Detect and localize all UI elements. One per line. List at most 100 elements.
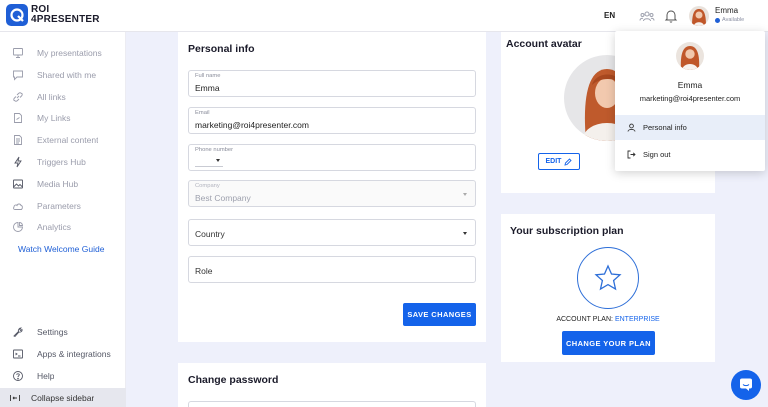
sign-out-icon <box>627 150 636 159</box>
subscription-title: Your subscription plan <box>510 225 624 237</box>
sidebar-item-shared-with-me[interactable]: Shared with me <box>0 66 126 84</box>
sidebar-item-all-links[interactable]: All links <box>0 88 126 106</box>
logo[interactable]: ROI 4PRESENTER <box>6 4 100 26</box>
sidebar-item-analytics[interactable]: Analytics <box>0 218 126 236</box>
bell-icon[interactable] <box>663 8 679 24</box>
collapse-label: Collapse sidebar <box>31 392 95 403</box>
avatar <box>676 42 704 70</box>
menu-item-personal-info[interactable]: Personal info <box>615 115 765 140</box>
collapse-sidebar-button[interactable]: Collapse sidebar <box>0 388 126 407</box>
sidebar-item-label: Analytics <box>37 222 72 232</box>
user-status: Available <box>715 17 744 23</box>
user-menu: Emma marketing@roi4presenter.com Persona… <box>615 31 765 171</box>
status-label: Available <box>722 17 745 23</box>
chat-bubble-icon <box>740 378 752 391</box>
user-name[interactable]: Emma <box>715 6 738 15</box>
personal-info-card: Personal info Full name Emma Email marke… <box>178 32 486 342</box>
lightning-icon <box>14 156 22 168</box>
phone-number-field[interactable]: Phone number <box>188 144 476 171</box>
sidebar-item-help[interactable]: Help <box>0 367 126 385</box>
sidebar-item-label: Help <box>37 371 55 381</box>
presentation-icon <box>13 48 23 58</box>
edit-label: EDIT <box>545 158 562 165</box>
sidebar-item-label: All links <box>37 92 66 102</box>
sidebar-item-external-content[interactable]: External content <box>0 131 126 149</box>
sidebar-item-label: Triggers Hub <box>37 157 86 167</box>
team-icon[interactable] <box>639 8 655 24</box>
language-selector[interactable]: EN <box>604 11 615 20</box>
sidebar-item-label: My Links <box>37 113 71 123</box>
country-code-dropdown[interactable] <box>195 156 223 167</box>
status-dot <box>715 17 720 23</box>
sidebar-item-label: Shared with me <box>37 70 97 80</box>
company-label: Company <box>195 183 220 189</box>
menu-item-label: Personal info <box>643 123 687 132</box>
subscription-card: Your subscription plan ACCOUNT PLAN: ENT… <box>501 214 715 362</box>
sidebar-item-my-links[interactable]: My Links <box>0 109 126 127</box>
terminal-icon <box>13 349 23 359</box>
link-icon <box>13 92 23 102</box>
phone-number-label: Phone number <box>195 147 234 153</box>
chat-icon <box>13 70 23 81</box>
chevron-down-icon <box>463 232 467 235</box>
email-value: marketing@roi4presenter.com <box>195 120 309 130</box>
country-placeholder: Country <box>195 229 225 239</box>
sidebar-item-label: Media Hub <box>37 179 79 189</box>
change-password-card: Change password <box>178 363 486 407</box>
chat-button[interactable] <box>731 370 761 400</box>
edit-avatar-button[interactable]: EDIT <box>538 153 580 170</box>
analytics-icon <box>13 222 23 232</box>
full-name-value: Emma <box>195 83 220 93</box>
email-label: Email <box>195 110 210 116</box>
email-field[interactable]: Email marketing@roi4presenter.com <box>188 107 476 134</box>
account-plan-name: ENTERPRISE <box>614 316 660 323</box>
avatar[interactable] <box>689 6 709 26</box>
full-name-field[interactable]: Full name Emma <box>188 70 476 97</box>
role-placeholder: Role <box>195 266 213 276</box>
change-password-title: Change password <box>188 374 279 386</box>
menu-user-name: Emma <box>677 80 703 90</box>
menu-user-email: marketing@roi4presenter.com <box>639 94 741 103</box>
menu-item-label: Sign out <box>643 150 671 159</box>
country-select[interactable]: Country <box>188 219 476 246</box>
cloud-icon <box>13 203 23 210</box>
save-changes-button[interactable]: SAVE CHANGES <box>403 303 476 326</box>
chevron-down-icon <box>216 159 220 162</box>
company-field: Company Best Company <box>188 180 476 207</box>
current-password-field[interactable] <box>188 401 476 407</box>
collapse-icon <box>10 394 20 401</box>
wrench-icon <box>13 327 23 338</box>
sidebar-item-settings[interactable]: Settings <box>0 323 126 341</box>
sidebar-item-triggers-hub[interactable]: Triggers Hub <box>0 153 126 171</box>
company-value: Best Company <box>195 193 251 203</box>
watch-welcome-guide-link[interactable]: Watch Welcome Guide <box>18 244 104 254</box>
full-name-label: Full name <box>195 73 221 79</box>
image-icon <box>13 179 23 189</box>
sidebar-item-label: External content <box>37 135 99 145</box>
sidebar-item-label: Parameters <box>37 201 81 211</box>
logo-text: ROI 4PRESENTER <box>31 4 100 26</box>
logo-icon <box>6 4 28 26</box>
sidebar-item-my-presentations[interactable]: My presentations <box>0 44 126 62</box>
sidebar-item-label: My presentations <box>37 48 102 58</box>
sidebar-item-parameters[interactable]: Parameters <box>0 197 126 215</box>
sidebar-item-label: Apps & integrations <box>37 349 111 359</box>
sidebar-item-apps-integrations[interactable]: Apps & integrations <box>0 345 126 363</box>
file-link-icon <box>14 113 22 123</box>
star-icon <box>577 247 639 309</box>
sidebar-item-media-hub[interactable]: Media Hub <box>0 175 126 193</box>
change-plan-button[interactable]: CHANGE YOUR PLAN <box>562 331 655 355</box>
account-avatar-title: Account avatar <box>506 38 582 50</box>
user-icon <box>627 123 636 132</box>
pencil-icon <box>564 157 573 166</box>
account-plan-prefix: ACCOUNT PLAN: <box>556 316 613 323</box>
account-plan-text: ACCOUNT PLAN: ENTERPRISE <box>501 316 715 323</box>
personal-info-title: Personal info <box>188 43 255 55</box>
document-icon <box>14 135 22 145</box>
chevron-down-icon <box>463 193 467 196</box>
sidebar: My presentations Shared with me All link… <box>0 32 126 407</box>
logo-line-2: 4PRESENTER <box>31 14 100 25</box>
role-field[interactable]: Role <box>188 256 476 283</box>
help-icon <box>13 371 23 381</box>
menu-item-sign-out[interactable]: Sign out <box>615 142 765 167</box>
